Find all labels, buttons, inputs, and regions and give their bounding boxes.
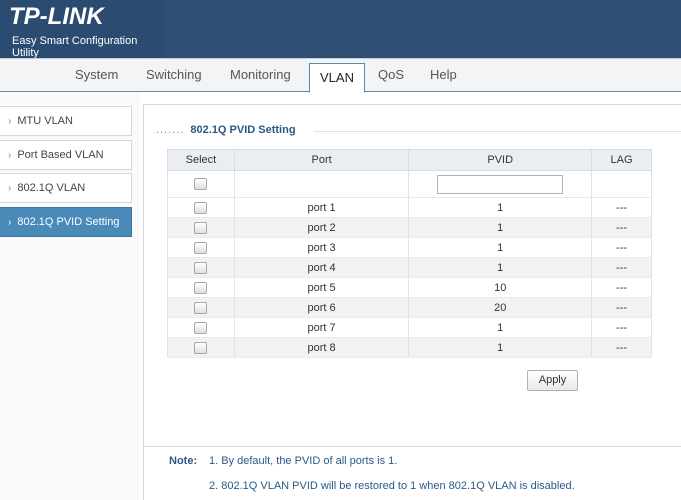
pvid-table: Select Port PVID LAG port 1 1 --- port 2… xyxy=(167,149,652,358)
port-checkbox[interactable] xyxy=(194,241,208,254)
pvid-cell: 1 xyxy=(408,197,593,218)
table-row: port 5 10 --- xyxy=(167,277,652,298)
table-row: port 2 1 --- xyxy=(167,217,652,238)
dots-decoration: ....... xyxy=(156,124,185,136)
sidebar-item-label: 802.1Q VLAN xyxy=(17,182,86,194)
pvid-input[interactable] xyxy=(437,174,564,194)
sidebar-item-mtu-vlan[interactable]: › MTU VLAN xyxy=(0,106,132,136)
tab-monitoring[interactable]: Monitoring xyxy=(230,67,291,82)
port-cell: port 6 xyxy=(233,297,410,318)
note-line-1: 1. By default, the PVID of all ports is … xyxy=(209,455,398,467)
lag-cell: --- xyxy=(591,317,652,338)
port-checkbox[interactable] xyxy=(194,281,208,294)
section-title: ....... 802.1Q PVID Setting xyxy=(156,124,296,136)
tab-vlan[interactable]: VLAN xyxy=(309,63,365,93)
table-input-row xyxy=(167,170,652,198)
tp-link-logo: TP-LINK xyxy=(9,3,104,30)
app-tagline: Easy Smart Configuration Utility xyxy=(12,35,138,59)
port-cell: port 5 xyxy=(233,277,410,298)
sidebar-item-8021q-vlan[interactable]: › 802.1Q VLAN xyxy=(0,173,132,203)
table-row: port 7 1 --- xyxy=(167,317,652,338)
table-row: port 4 1 --- xyxy=(167,257,652,278)
col-port: Port xyxy=(233,149,410,171)
lag-cell: --- xyxy=(591,257,652,278)
lag-cell: --- xyxy=(591,217,652,238)
note-divider xyxy=(144,446,681,447)
port-cell: port 1 xyxy=(233,197,410,218)
pvid-cell: 1 xyxy=(408,257,593,278)
pvid-cell: 1 xyxy=(408,217,593,238)
note-label: Note: xyxy=(169,455,198,467)
port-checkbox[interactable] xyxy=(194,261,208,274)
port-cell: port 4 xyxy=(233,257,410,278)
col-pvid: PVID xyxy=(408,149,593,171)
pvid-cell: 1 xyxy=(408,237,593,258)
pvid-cell: 20 xyxy=(408,297,593,318)
port-checkbox[interactable] xyxy=(194,341,208,354)
main-panel: ....... 802.1Q PVID Setting Select Port P… xyxy=(143,104,681,500)
main-nav: System Switching Monitoring VLAN QoS Hel… xyxy=(0,58,681,93)
port-cell: port 8 xyxy=(233,337,410,358)
sidebar-item-label: Port Based VLAN xyxy=(17,149,104,161)
select-all-checkbox[interactable] xyxy=(194,178,208,191)
app-header: TP-LINK Easy Smart Configuration Utility xyxy=(0,0,681,59)
tab-qos[interactable]: QoS xyxy=(378,67,404,82)
port-cell: port 2 xyxy=(233,217,410,238)
sidebar-item-port-based-vlan[interactable]: › Port Based VLAN xyxy=(0,140,132,170)
lag-cell: --- xyxy=(591,337,652,358)
logo-area: TP-LINK Easy Smart Configuration Utility xyxy=(0,0,163,59)
table-row: port 8 1 --- xyxy=(167,337,652,358)
section-title-text: 802.1Q PVID Setting xyxy=(190,124,296,136)
table-row: port 3 1 --- xyxy=(167,237,652,258)
chevron-right-icon: › xyxy=(8,183,12,194)
tab-system[interactable]: System xyxy=(75,67,118,82)
tab-help[interactable]: Help xyxy=(430,67,457,82)
port-cell: port 7 xyxy=(233,317,410,338)
pvid-cell: 1 xyxy=(408,317,593,338)
table-row: port 6 20 --- xyxy=(167,297,652,318)
sidebar-item-label: MTU VLAN xyxy=(17,115,73,127)
port-checkbox[interactable] xyxy=(194,201,208,214)
port-cell: port 3 xyxy=(233,237,410,258)
table-header-row: Select Port PVID LAG xyxy=(167,149,652,171)
chevron-right-icon: › xyxy=(8,150,12,161)
pvid-cell: 1 xyxy=(408,337,593,358)
title-divider xyxy=(314,131,681,132)
chevron-right-icon: › xyxy=(8,217,12,228)
lag-cell: --- xyxy=(591,297,652,318)
lag-cell: --- xyxy=(591,197,652,218)
port-checkbox[interactable] xyxy=(194,301,208,314)
chevron-right-icon: › xyxy=(8,116,12,127)
col-select: Select xyxy=(167,149,235,171)
note-line-2: 2. 802.1Q VLAN PVID will be restored to … xyxy=(209,480,575,492)
pvid-cell: 10 xyxy=(408,277,593,298)
sidebar-item-8021q-pvid-setting[interactable]: › 802.1Q PVID Setting xyxy=(0,207,132,237)
port-checkbox[interactable] xyxy=(194,321,208,334)
sidebar-item-label: 802.1Q PVID Setting xyxy=(17,216,120,228)
lag-cell: --- xyxy=(591,277,652,298)
port-checkbox[interactable] xyxy=(194,221,208,234)
col-lag: LAG xyxy=(591,149,652,171)
sidebar: › MTU VLAN › Port Based VLAN › 802.1Q VLAN … xyxy=(0,93,140,500)
tab-switching[interactable]: Switching xyxy=(146,67,202,82)
lag-cell: --- xyxy=(591,237,652,258)
apply-button[interactable]: Apply xyxy=(527,370,578,391)
table-row: port 1 1 --- xyxy=(167,197,652,218)
